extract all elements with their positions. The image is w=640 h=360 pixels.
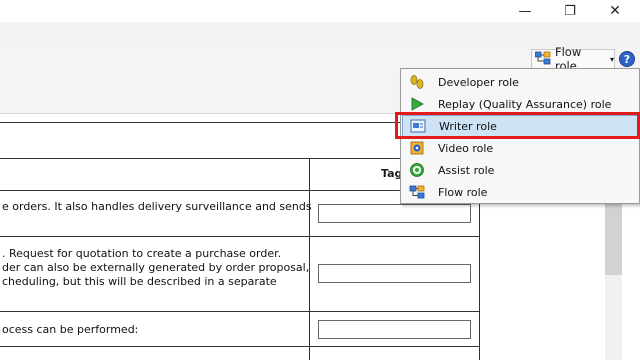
table-border [0, 236, 480, 237]
menu-item-assist-role[interactable]: Assist role [402, 159, 638, 181]
table-border [0, 311, 480, 312]
row-text: e orders. It also handles delivery surve… [2, 200, 312, 213]
ribbon-area [0, 22, 640, 48]
scrollbar-thumb[interactable] [605, 200, 622, 275]
table-border [309, 158, 310, 360]
chevron-down-icon: ▾ [609, 54, 614, 64]
title-bar: — ❐ ✕ [0, 0, 640, 22]
replay-role-icon [402, 96, 432, 112]
row-text: . Request for quotation to create a purc… [2, 247, 282, 260]
tag-input[interactable] [318, 204, 471, 223]
assist-role-icon [402, 162, 432, 178]
row-text: cheduling, but this will be described in… [2, 275, 277, 288]
tag-input[interactable] [318, 320, 471, 339]
menu-item-flow-role[interactable]: Flow role [402, 181, 638, 203]
role-selector-button[interactable]: Flow role ▾ [531, 45, 615, 73]
menu-item-label: Video role [438, 141, 494, 155]
minimize-button[interactable]: — [510, 0, 540, 22]
row-text: der can also be externally generated by … [2, 261, 310, 274]
menu-item-video-role[interactable]: Video role [402, 137, 638, 159]
row-text: ocess can be performed: [2, 323, 139, 336]
menu-item-label: Assist role [438, 163, 495, 177]
menu-item-label: Replay (Quality Assurance) role [438, 97, 612, 111]
flow-role-icon [534, 51, 551, 68]
video-role-icon [402, 140, 432, 156]
close-button[interactable]: ✕ [600, 0, 630, 22]
table-border [0, 346, 480, 347]
menu-item-developer-role[interactable]: Developer role [402, 71, 638, 93]
developer-role-icon [402, 74, 432, 90]
tag-input[interactable] [318, 264, 471, 283]
highlight-box [395, 112, 640, 139]
restore-button[interactable]: ❐ [555, 0, 585, 22]
menu-item-label: Flow role [438, 185, 488, 199]
help-icon[interactable]: ? [619, 51, 635, 67]
menu-item-label: Developer role [438, 75, 519, 89]
flow-role-icon [402, 184, 432, 200]
